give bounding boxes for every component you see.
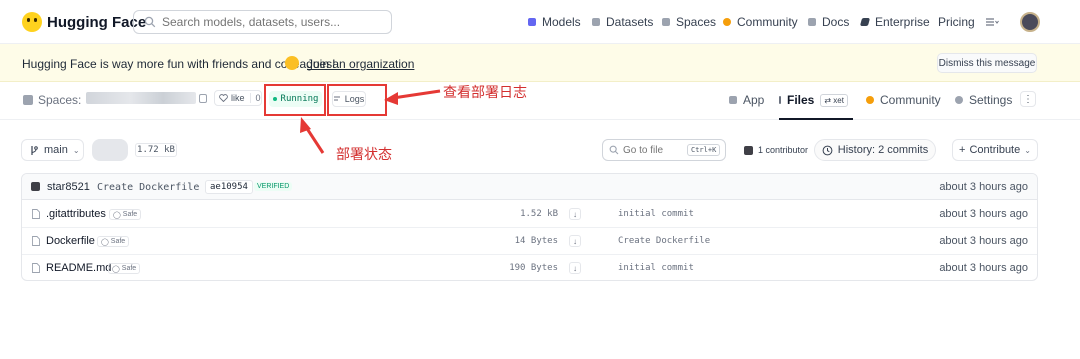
- branch-name: main: [44, 144, 68, 156]
- tab-files[interactable]: Files ⇄ xet: [779, 93, 848, 107]
- history-button[interactable]: History: 2 commits: [814, 139, 936, 161]
- chevron-down-icon: ⌄: [72, 145, 80, 155]
- safe-badge: ◯ Safe: [109, 209, 142, 220]
- history-label: History: 2 commits: [837, 144, 929, 156]
- logs-arrow-line: [392, 89, 441, 100]
- chevron-down-icon: ⌄: [1024, 145, 1031, 155]
- download-icon: ↓: [573, 263, 577, 273]
- tab-settings[interactable]: Settings: [955, 93, 1012, 107]
- repo-size: 1.72 kB: [135, 143, 177, 157]
- search-icon: [609, 145, 619, 155]
- more-options-button[interactable]: ⋮: [1020, 91, 1036, 107]
- file-icon: [32, 236, 40, 246]
- contributor-avatar: [744, 145, 753, 155]
- active-tab-indicator: [779, 118, 853, 120]
- commit-hash[interactable]: ae10954: [205, 180, 253, 194]
- table-row: .gitattributes ◯ Safe 1.52 kB ↓ initial …: [22, 201, 1037, 228]
- table-row: Dockerfile ◯ Safe 14 Bytes ↓ Create Dock…: [22, 228, 1037, 255]
- file-name[interactable]: Dockerfile: [46, 235, 95, 247]
- contribute-label: Contribute: [969, 144, 1021, 156]
- files-icon: [779, 96, 781, 104]
- tab-settings-label: Settings: [969, 93, 1013, 107]
- go-to-file-input[interactable]: [623, 144, 683, 156]
- safe-label: Safe: [110, 238, 126, 245]
- file-commit-message[interactable]: Create Dockerfile: [618, 236, 710, 246]
- file-commit-message[interactable]: initial commit: [618, 209, 694, 219]
- file-icon: [32, 263, 40, 273]
- file-name[interactable]: README.md: [46, 262, 111, 274]
- file-size: 14 Bytes: [514, 236, 558, 246]
- download-icon: ↓: [573, 209, 577, 219]
- verified-badge: VERIFIED: [254, 182, 293, 191]
- last-commit-row: star8521 Create Dockerfile ae10954 VERIF…: [22, 174, 1037, 200]
- author-avatar: [31, 182, 40, 191]
- status-arrow-line: [304, 126, 325, 154]
- branch-icon: [31, 145, 38, 155]
- gear-icon: [955, 96, 963, 104]
- download-button[interactable]: ↓: [569, 208, 581, 220]
- branch-selector[interactable]: main ⌄: [21, 139, 84, 161]
- file-name[interactable]: .gitattributes: [46, 208, 106, 220]
- contributors-label: 1 contributor: [758, 145, 809, 155]
- plus-icon: +: [959, 144, 966, 156]
- tab-app-label: App: [743, 93, 765, 107]
- safe-label: Safe: [122, 211, 138, 218]
- tab-files-label: Files: [787, 93, 815, 107]
- file-size: 1.52 kB: [520, 209, 558, 219]
- xet-badge-label: xet: [833, 95, 844, 105]
- download-button[interactable]: ↓: [569, 235, 581, 247]
- xet-badge: ⇄ xet: [820, 93, 848, 107]
- tab-community[interactable]: Community: [866, 93, 941, 107]
- download-button[interactable]: ↓: [569, 262, 581, 274]
- community-icon: [866, 96, 874, 104]
- commit-time: about 3 hours ago: [939, 181, 1028, 193]
- file-table: star8521 Create Dockerfile ae10954 VERIF…: [21, 173, 1038, 281]
- file-commit-message[interactable]: initial commit: [618, 263, 694, 273]
- tab-community-label: Community: [880, 93, 941, 107]
- file-time: about 3 hours ago: [939, 262, 1028, 274]
- status-annotation-text: 部署状态: [336, 146, 392, 162]
- safe-badge: ◯ Safe: [108, 263, 141, 274]
- file-time: about 3 hours ago: [939, 208, 1028, 220]
- file-size: 190 Bytes: [509, 263, 558, 273]
- go-to-file-box[interactable]: Ctrl+K: [602, 139, 726, 161]
- shortcut-hint: Ctrl+K: [687, 144, 721, 156]
- logs-arrow-head: [384, 92, 398, 105]
- clock-icon: [822, 145, 833, 155]
- app-icon: [729, 96, 737, 104]
- logs-annotation-text: 查看部署日志: [443, 84, 527, 100]
- safe-badge: ◯ Safe: [97, 236, 130, 247]
- kebab-icon: ⋮: [1023, 93, 1033, 105]
- tab-app[interactable]: App: [729, 93, 764, 107]
- contributors-link[interactable]: 1 contributor: [744, 145, 808, 155]
- download-icon: ↓: [573, 236, 577, 246]
- file-time: about 3 hours ago: [939, 235, 1028, 247]
- contribute-button[interactable]: + Contribute ⌄: [952, 139, 1038, 161]
- commit-author[interactable]: star8521: [47, 181, 90, 193]
- safe-label: Safe: [121, 265, 137, 272]
- file-icon: [32, 209, 40, 219]
- space-path-redacted: [92, 139, 128, 161]
- table-row: README.md ◯ Safe 190 Bytes ↓ initial com…: [22, 255, 1037, 280]
- commit-message[interactable]: Create Dockerfile: [97, 182, 199, 193]
